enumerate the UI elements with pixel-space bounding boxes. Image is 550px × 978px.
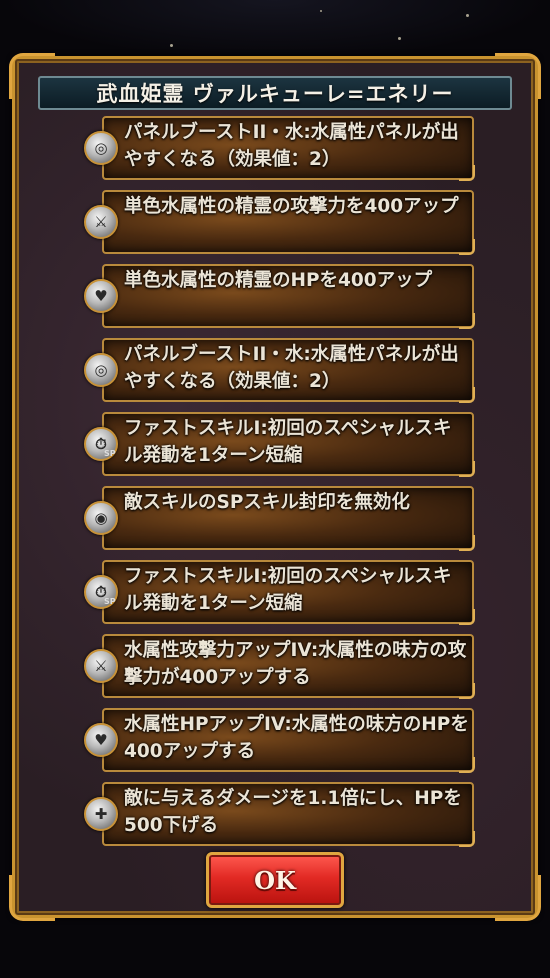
star <box>320 10 322 12</box>
heart-icon: ♥ <box>84 723 118 757</box>
skill-item: ♥ 単色水属性の精霊のHPを400アップ <box>84 264 475 329</box>
skill-item: ◎ パネルブーストII・水:水属性パネルが出やすくなる（効果値：2） <box>84 338 475 403</box>
ornament-corner <box>9 875 55 921</box>
skill-description: ファストスキルI:初回のスペシャルスキル発動を1ターン短縮 <box>124 566 452 614</box>
skill-description: パネルブーストII・水:水属性パネルが出やすくなる（効果値：2） <box>124 122 459 170</box>
skill-item: ⚔ 単色水属性の精霊の攻撃力を400アップ <box>84 190 475 255</box>
star <box>466 14 469 17</box>
skill-description: 単色水属性の精霊のHPを400アップ <box>124 270 433 291</box>
sp-tag: SP <box>104 597 116 606</box>
skill-item: ⚔ 水属性攻撃力アップIV:水属性の味方の攻撃力が400アップする <box>84 634 475 699</box>
swords-heart-icon: ✚ <box>84 797 118 831</box>
skill-description: 敵スキルのSPスキル封印を無効化 <box>124 492 410 513</box>
skill-item: ♥ 水属性HPアップIV:水属性の味方のHPを400アップする <box>84 708 475 773</box>
star <box>170 44 173 47</box>
heart-icon: ♥ <box>84 279 118 313</box>
ok-button[interactable]: OK <box>206 852 344 908</box>
swirl-icon: ◎ <box>84 353 118 387</box>
sky-background <box>0 0 550 60</box>
skill-description: ファストスキルI:初回のスペシャルスキル発動を1ターン短縮 <box>124 418 452 466</box>
shield-icon: ◉ <box>84 501 118 535</box>
star <box>398 37 401 40</box>
swirl-icon: ◎ <box>84 131 118 165</box>
skill-description: 単色水属性の精霊の攻撃力を400アップ <box>124 196 459 217</box>
skill-description: 水属性HPアップIV:水属性の味方のHPを400アップする <box>124 714 469 762</box>
skill-description: 水属性攻撃力アップIV:水属性の味方の攻撃力が400アップする <box>124 640 467 688</box>
skill-item: ⏱ SP ファストスキルI:初回のスペシャルスキル発動を1ターン短縮 <box>84 412 475 477</box>
skill-item: ◉ 敵スキルのSPスキル封印を無効化 <box>84 486 475 551</box>
skill-item: ◎ パネルブーストII・水:水属性パネルが出やすくなる（効果値：2） <box>84 116 475 181</box>
swords-icon: ⚔ <box>84 205 118 239</box>
dialog-title: 武血姫霊 ヴァルキューレ=エネリー <box>38 76 512 110</box>
sp-tag: SP <box>104 449 116 458</box>
ornament-corner <box>495 875 541 921</box>
swords-icon: ⚔ <box>84 649 118 683</box>
skill-description: パネルブーストII・水:水属性パネルが出やすくなる（効果値：2） <box>124 344 459 392</box>
skill-item: ⏱ SP ファストスキルI:初回のスペシャルスキル発動を1ターン短縮 <box>84 560 475 625</box>
skill-item: ✚ 敵に与えるダメージを1.1倍にし、HPを500下げる <box>84 782 475 847</box>
skill-description: 敵に与えるダメージを1.1倍にし、HPを500下げる <box>124 788 462 836</box>
